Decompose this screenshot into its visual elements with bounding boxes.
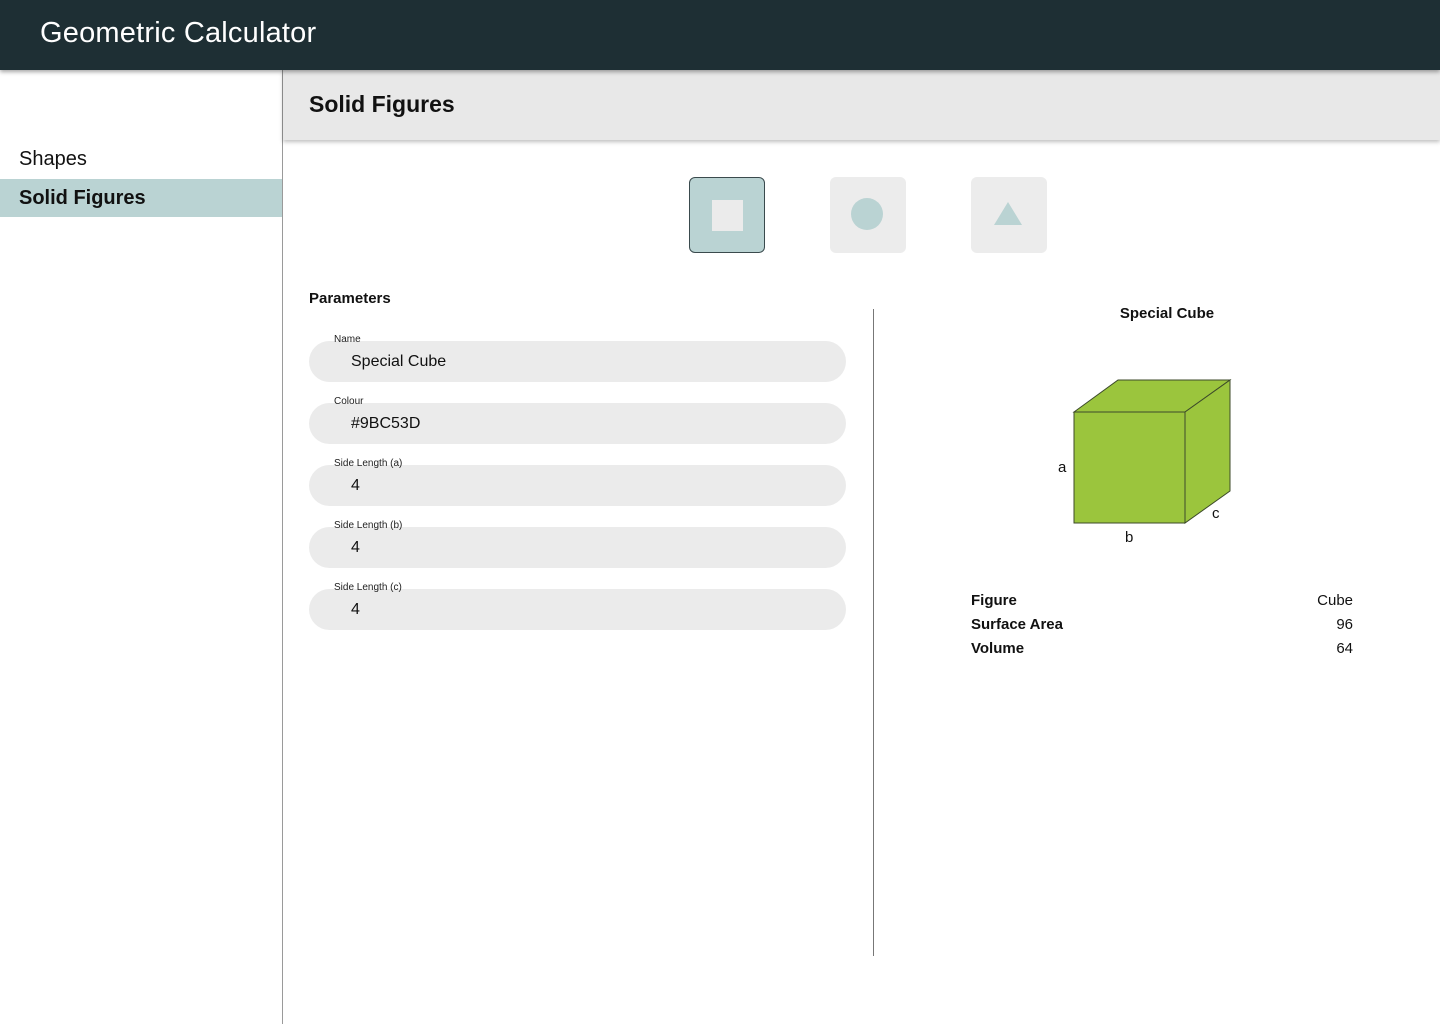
parameters-heading: Parameters: [309, 290, 391, 307]
page-header: Solid Figures: [283, 70, 1440, 140]
side-length-c-label: Side Length (c): [334, 582, 402, 593]
side-length-b-label: Side Length (b): [334, 520, 403, 531]
name-field-label: Name: [334, 334, 361, 345]
cube-front-face: [1073, 411, 1186, 524]
figure-option-cube-button[interactable]: [689, 177, 765, 253]
name-field: Name: [309, 334, 846, 382]
name-input[interactable]: [309, 341, 846, 382]
result-value: 96: [1336, 616, 1353, 633]
result-row-figure: Figure Cube: [971, 592, 1353, 614]
edge-label-a: a: [1058, 459, 1067, 476]
colour-input[interactable]: [309, 403, 846, 444]
page-title: Solid Figures: [309, 91, 455, 117]
result-row-volume: Volume 64: [971, 640, 1353, 662]
app-title: Geometric Calculator: [40, 17, 317, 49]
edge-label-c: c: [1212, 505, 1220, 522]
result-row-surface-area: Surface Area 96: [971, 616, 1353, 638]
side-length-a-label: Side Length (a): [334, 458, 403, 469]
result-key: Surface Area: [971, 616, 1063, 633]
figure-option-sphere-button[interactable]: [830, 177, 906, 253]
circle-icon: [851, 198, 883, 230]
colour-field-label: Colour: [334, 396, 364, 407]
figure-option-pyramid-button[interactable]: [971, 177, 1047, 253]
app-header: Geometric Calculator: [0, 0, 1440, 70]
edge-label-b: b: [1125, 529, 1134, 546]
side-length-b-field: Side Length (b): [309, 520, 846, 568]
cube-preview: [1072, 379, 1232, 524]
sidebar-item-shapes[interactable]: Shapes: [0, 140, 282, 178]
triangle-icon: [994, 202, 1022, 225]
colour-field: Colour: [309, 396, 846, 444]
square-icon: [712, 200, 743, 231]
side-length-a-field: Side Length (a): [309, 458, 846, 506]
side-length-c-input[interactable]: [309, 589, 846, 630]
panel-divider: [873, 309, 874, 956]
result-value: Cube: [1317, 592, 1353, 609]
preview-title: Special Cube: [1119, 305, 1215, 322]
result-key: Figure: [971, 592, 1017, 609]
side-length-c-field: Side Length (c): [309, 582, 846, 630]
result-key: Volume: [971, 640, 1025, 657]
side-length-b-input[interactable]: [309, 527, 846, 568]
result-value: 64: [1336, 640, 1353, 657]
sidebar-item-solid-figures[interactable]: Solid Figures: [0, 179, 282, 217]
side-length-a-input[interactable]: [309, 465, 846, 506]
sidebar: Shapes Solid Figures: [0, 70, 283, 1024]
